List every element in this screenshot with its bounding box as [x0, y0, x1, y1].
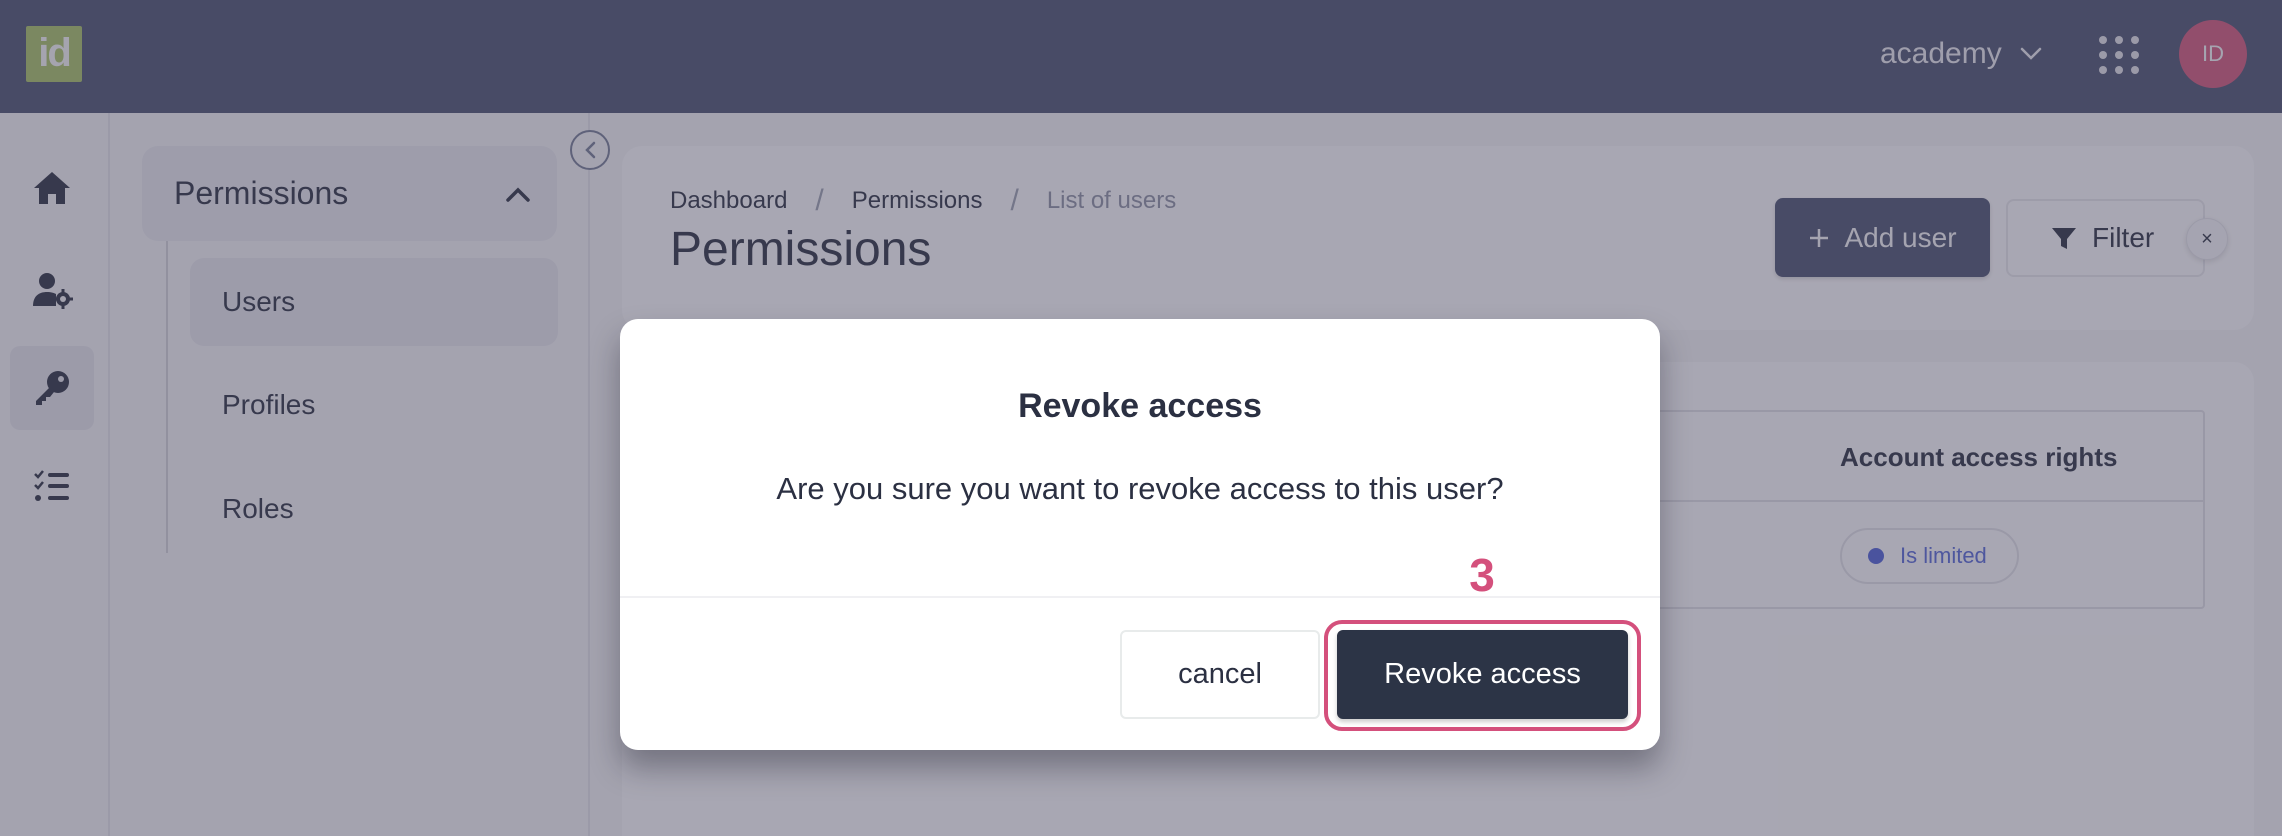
dialog-title: Revoke access — [1018, 387, 1262, 425]
revoke-access-dialog: Revoke access Are you sure you want to r… — [620, 319, 1660, 750]
step-number-annotation: 3 — [1469, 549, 1495, 601]
dialog-message: Are you sure you want to revoke access t… — [776, 471, 1504, 506]
dialog-divider — [620, 596, 1660, 598]
revoke-access-button[interactable]: Revoke access — [1337, 630, 1628, 719]
cancel-button[interactable]: cancel — [1120, 630, 1320, 719]
